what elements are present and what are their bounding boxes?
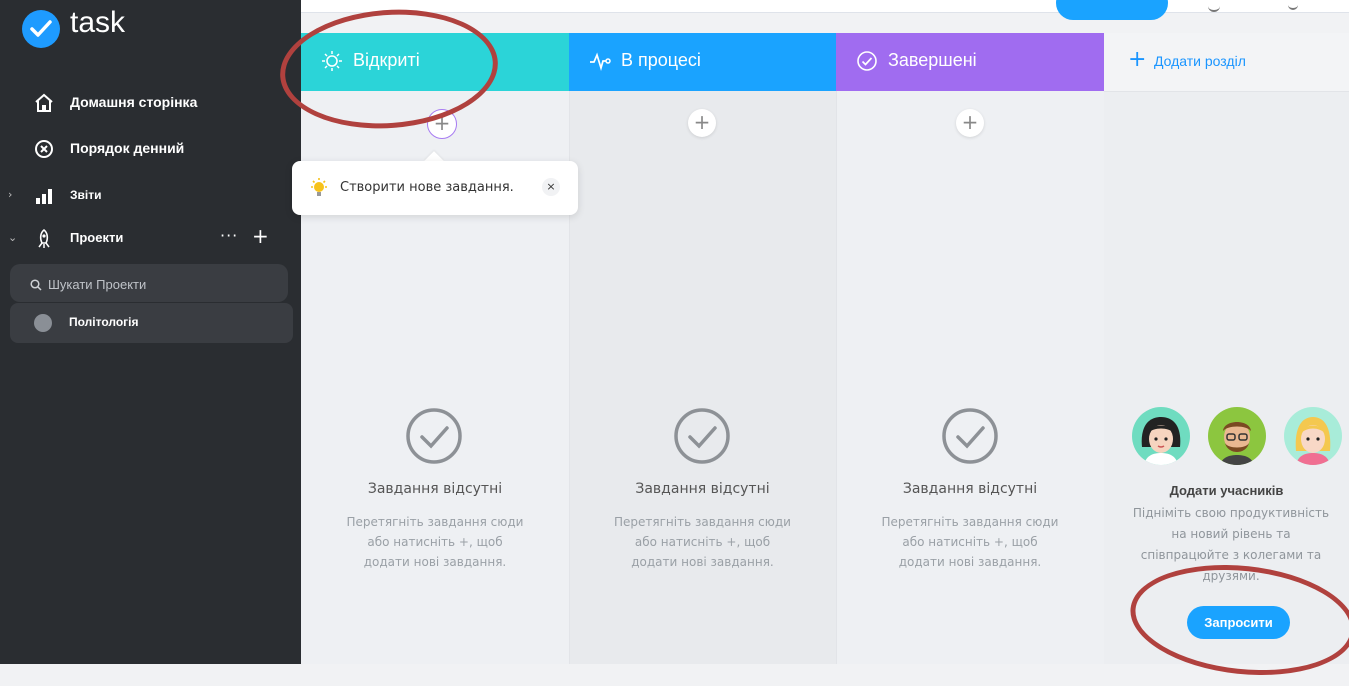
add-section-label: Додати розділ <box>1154 53 1246 69</box>
column-divider <box>836 91 837 664</box>
sidebar-item-home[interactable]: Домашня сторінка <box>0 87 301 119</box>
check-circle-icon <box>405 407 463 465</box>
empty-hint-line: або натисніть +, щоб <box>634 535 771 549</box>
column-done: Завершені + Завдання відсутні Перетягніт… <box>836 33 1104 664</box>
empty-hint-line: додати нові завдання. <box>363 555 507 569</box>
column-title: В процесі <box>621 50 701 70</box>
add-section-button[interactable]: + Додати розділ <box>1104 33 1349 92</box>
empty-hint: Перетягніть завдання сюди або натисніть … <box>569 512 836 572</box>
empty-hint: Перетягніть завдання сюди або натисніть … <box>301 512 569 572</box>
sidebar-item-agenda[interactable]: Порядок денний <box>0 133 301 165</box>
member-avatar-icon <box>1284 407 1342 465</box>
empty-title: Завдання відсутні <box>902 481 1038 497</box>
check-circle-icon <box>673 407 731 465</box>
add-project-button[interactable]: + <box>252 224 269 248</box>
bar-chart-icon <box>34 186 54 206</box>
sidebar-item-label: Звіти <box>70 188 102 202</box>
sidebar: task Домашня сторінка Порядок денний › З… <box>0 0 301 664</box>
sidebar-item-projects[interactable]: ⌄ Проекти ··· + <box>0 223 301 255</box>
project-item[interactable]: Політологія <box>10 303 293 343</box>
logo-check-icon <box>22 10 60 48</box>
empty-hint-line: або натисніть +, щоб <box>367 535 503 549</box>
check-circle-icon <box>941 407 999 465</box>
empty-hint-line: Перетягніть завдання сюди <box>346 515 524 529</box>
add-task-button[interactable]: + <box>956 109 984 137</box>
lightbulb-icon <box>308 177 330 203</box>
member-avatar-icon <box>1132 407 1190 465</box>
project-search[interactable] <box>10 264 288 302</box>
chevron-right-icon[interactable]: › <box>8 188 12 201</box>
empty-title: Завдання відсутні <box>635 481 770 497</box>
empty-hint-line: або натисніть +, щоб <box>902 535 1038 549</box>
column-body: + Завдання відсутні Перетягніть завдання… <box>836 91 1104 664</box>
search-icon <box>30 276 42 295</box>
project-label: Політологія <box>69 315 139 329</box>
add-task-button[interactable]: + <box>688 109 716 137</box>
empty-hint-line: додати нові завдання. <box>631 555 774 569</box>
column-header-in-progress[interactable]: В процесі <box>569 33 836 91</box>
top-action-button[interactable] <box>1056 0 1168 20</box>
column-title: Завершені <box>888 50 977 70</box>
sidebar-item-label: Домашня сторінка <box>70 94 198 110</box>
check-circle-icon <box>856 50 878 72</box>
project-avatar-icon <box>34 314 52 332</box>
column-body: + Завдання відсутні Перетягніть завдання… <box>569 91 836 664</box>
home-icon <box>34 93 54 113</box>
sidebar-item-label: Проекти <box>70 230 124 245</box>
empty-hint-line: Перетягніть завдання сюди <box>881 515 1059 529</box>
rocket-icon <box>34 228 54 249</box>
empty-hint-line: додати нові завдання. <box>898 555 1042 569</box>
column-header-done[interactable]: Завершені <box>836 33 1104 91</box>
plus-icon: + <box>1128 47 1147 72</box>
empty-hint-line: Перетягніть завдання сюди <box>614 515 791 529</box>
pulse-icon <box>589 50 611 72</box>
column-open: Відкриті + Завдання відсутні Перетягніть… <box>301 33 569 664</box>
chevron-down-icon[interactable]: ⌄ <box>8 231 17 244</box>
tooltip-text: Створити нове завдання. <box>340 180 514 195</box>
column-in-progress: В процесі + Завдання відсутні Перетягніт… <box>569 33 836 664</box>
empty-title: Завдання відсутні <box>367 481 503 497</box>
empty-hint: Перетягніть завдання сюди або натисніть … <box>836 512 1104 572</box>
sidebar-item-label: Порядок денний <box>70 140 185 156</box>
search-input[interactable] <box>46 273 280 295</box>
member-avatar-icon <box>1208 407 1266 465</box>
app-logo-text: task <box>70 6 126 39</box>
more-options-icon[interactable]: ··· <box>220 226 238 245</box>
invite-title: Додати учасників <box>1169 483 1284 498</box>
tooltip: Створити нове завдання. × <box>292 161 578 215</box>
close-icon[interactable]: × <box>542 178 560 196</box>
sidebar-item-reports[interactable]: › Звіти <box>0 180 301 212</box>
agenda-icon <box>34 139 54 159</box>
